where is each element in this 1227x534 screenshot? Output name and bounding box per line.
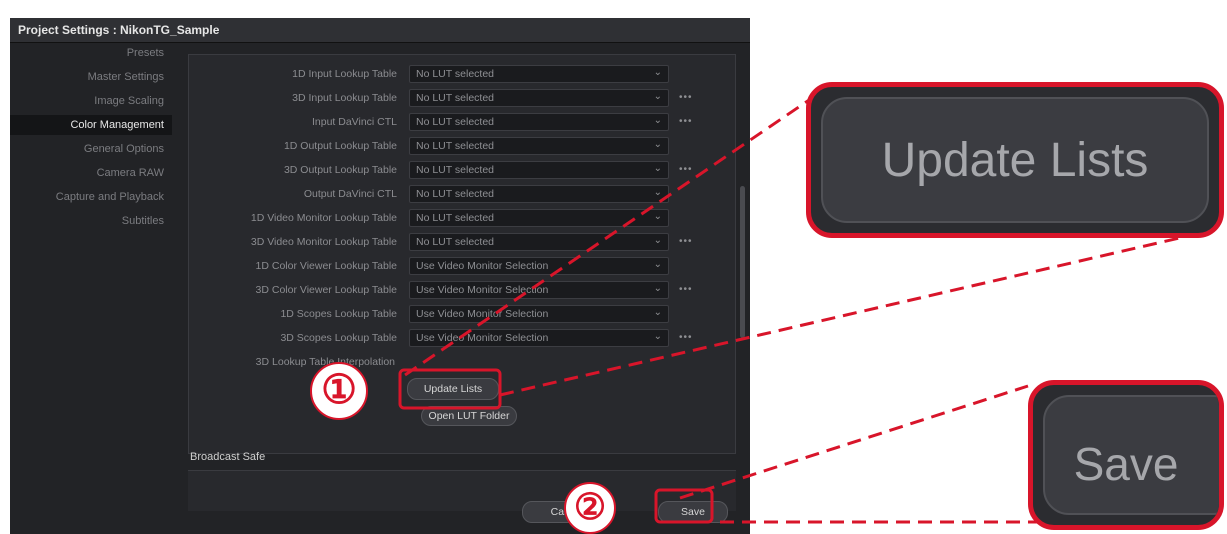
zoom-update-lists-button: Update Lists (821, 97, 1209, 223)
zoom-save-label: Save (1073, 438, 1179, 490)
zoom-save: Save (1028, 380, 1224, 530)
callout-line (499, 234, 1189, 397)
zoom-update-lists-label: Update Lists (881, 134, 1149, 187)
callout-line (679, 384, 1029, 500)
zoom-save-button: Save (1043, 395, 1219, 515)
save-highlight (654, 488, 714, 524)
zoom-update-lists: Update Lists (806, 82, 1224, 238)
callout-line (404, 96, 813, 377)
update-lists-highlight (398, 368, 502, 410)
callout-badge-1: ① (310, 362, 368, 420)
callout-badge-2: ② (564, 482, 616, 534)
